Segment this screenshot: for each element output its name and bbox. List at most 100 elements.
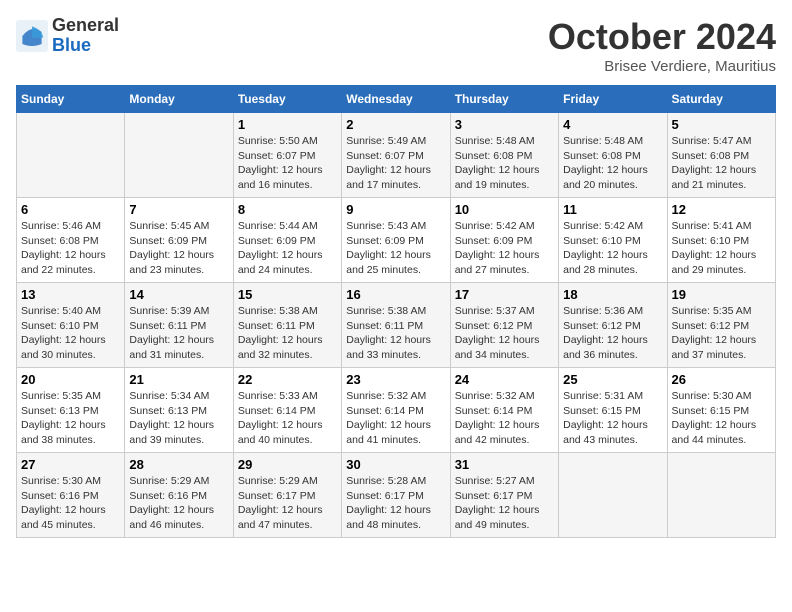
calendar-cell: 25 Sunrise: 5:31 AMSunset: 6:15 PMDayligh… [559, 368, 667, 453]
calendar-cell: 31 Sunrise: 5:27 AMSunset: 6:17 PMDayligh… [450, 453, 558, 538]
logo-blue-text: Blue [52, 36, 119, 56]
day-number: 29 [238, 457, 337, 472]
weekday-header: Sunday [17, 86, 125, 113]
calendar-cell: 20 Sunrise: 5:35 AMSunset: 6:13 PMDayligh… [17, 368, 125, 453]
day-info: Sunrise: 5:30 AMSunset: 6:15 PMDaylight:… [672, 389, 771, 448]
day-number: 11 [563, 202, 662, 217]
calendar-cell: 14 Sunrise: 5:39 AMSunset: 6:11 PMDayligh… [125, 283, 233, 368]
calendar-cell: 10 Sunrise: 5:42 AMSunset: 6:09 PMDayligh… [450, 198, 558, 283]
calendar-cell: 18 Sunrise: 5:36 AMSunset: 6:12 PMDayligh… [559, 283, 667, 368]
day-info: Sunrise: 5:40 AMSunset: 6:10 PMDaylight:… [21, 304, 120, 363]
calendar-body: 1Sunrise: 5:50 AMSunset: 6:07 PMDaylight… [17, 113, 776, 538]
calendar-cell: 11Sunrise: 5:42 AMSunset: 6:10 PMDayligh… [559, 198, 667, 283]
day-number: 24 [455, 372, 554, 387]
day-info: Sunrise: 5:48 AMSunset: 6:08 PMDaylight:… [455, 134, 554, 193]
day-number: 10 [455, 202, 554, 217]
page-header: General Blue October 2024 Brisee Verdier… [16, 16, 776, 75]
day-number: 8 [238, 202, 337, 217]
day-number: 5 [672, 117, 771, 132]
day-info: Sunrise: 5:28 AMSunset: 6:17 PMDaylight:… [346, 474, 445, 533]
day-info: Sunrise: 5:35 AMSunset: 6:13 PMDaylight:… [21, 389, 120, 448]
title-block: October 2024 Brisee Verdiere, Mauritius [548, 16, 776, 75]
day-info: Sunrise: 5:29 AMSunset: 6:17 PMDaylight:… [238, 474, 337, 533]
day-info: Sunrise: 5:36 AMSunset: 6:12 PMDaylight:… [563, 304, 662, 363]
weekday-header: Wednesday [342, 86, 450, 113]
calendar-cell: 3Sunrise: 5:48 AMSunset: 6:08 PMDaylight… [450, 113, 558, 198]
calendar-cell: 12 Sunrise: 5:41 AMSunset: 6:10 PMDayligh… [667, 198, 775, 283]
day-number: 30 [346, 457, 445, 472]
weekday-header: Tuesday [233, 86, 341, 113]
calendar-cell: 21 Sunrise: 5:34 AMSunset: 6:13 PMDayligh… [125, 368, 233, 453]
day-number: 4 [563, 117, 662, 132]
calendar-cell: 5Sunrise: 5:47 AMSunset: 6:08 PMDaylight… [667, 113, 775, 198]
day-number: 7 [129, 202, 228, 217]
day-number: 20 [21, 372, 120, 387]
day-number: 27 [21, 457, 120, 472]
day-info: Sunrise: 5:38 AMSunset: 6:11 PMDaylight:… [238, 304, 337, 363]
weekday-header: Friday [559, 86, 667, 113]
day-number: 6 [21, 202, 120, 217]
logo: General Blue [16, 16, 119, 56]
day-info: Sunrise: 5:44 AMSunset: 6:09 PMDaylight:… [238, 219, 337, 278]
day-info: Sunrise: 5:39 AMSunset: 6:11 PMDaylight:… [129, 304, 228, 363]
day-number: 18 [563, 287, 662, 302]
day-info: Sunrise: 5:41 AMSunset: 6:10 PMDaylight:… [672, 219, 771, 278]
day-number: 25 [563, 372, 662, 387]
calendar-cell: 6 Sunrise: 5:46 AMSunset: 6:08 PMDaylight… [17, 198, 125, 283]
calendar-table: SundayMondayTuesdayWednesdayThursdayFrid… [16, 85, 776, 538]
weekday-row: SundayMondayTuesdayWednesdayThursdayFrid… [17, 86, 776, 113]
calendar-cell: 26 Sunrise: 5:30 AMSunset: 6:15 PMDayligh… [667, 368, 775, 453]
day-number: 2 [346, 117, 445, 132]
calendar-cell: 19 Sunrise: 5:35 AMSunset: 6:12 PMDayligh… [667, 283, 775, 368]
calendar-cell: 22 Sunrise: 5:33 AMSunset: 6:14 PMDayligh… [233, 368, 341, 453]
day-number: 26 [672, 372, 771, 387]
calendar-cell: 13 Sunrise: 5:40 AMSunset: 6:10 PMDayligh… [17, 283, 125, 368]
calendar-cell: 30 Sunrise: 5:28 AMSunset: 6:17 PMDayligh… [342, 453, 450, 538]
calendar-cell: 2 Sunrise: 5:49 AMSunset: 6:07 PMDaylight… [342, 113, 450, 198]
day-number: 13 [21, 287, 120, 302]
calendar-cell [17, 113, 125, 198]
day-info: Sunrise: 5:30 AMSunset: 6:16 PMDaylight:… [21, 474, 120, 533]
day-info: Sunrise: 5:33 AMSunset: 6:14 PMDaylight:… [238, 389, 337, 448]
day-info: Sunrise: 5:45 AMSunset: 6:09 PMDaylight:… [129, 219, 228, 278]
day-info: Sunrise: 5:34 AMSunset: 6:13 PMDaylight:… [129, 389, 228, 448]
calendar-cell: 9Sunrise: 5:43 AMSunset: 6:09 PMDaylight… [342, 198, 450, 283]
day-info: Sunrise: 5:31 AMSunset: 6:15 PMDaylight:… [563, 389, 662, 448]
logo-text: General Blue [52, 16, 119, 56]
calendar-cell: 17 Sunrise: 5:37 AMSunset: 6:12 PMDayligh… [450, 283, 558, 368]
day-number: 28 [129, 457, 228, 472]
day-number: 22 [238, 372, 337, 387]
day-number: 12 [672, 202, 771, 217]
day-number: 16 [346, 287, 445, 302]
day-number: 31 [455, 457, 554, 472]
day-number: 1 [238, 117, 337, 132]
calendar-week-row: 20 Sunrise: 5:35 AMSunset: 6:13 PMDayligh… [17, 368, 776, 453]
calendar-cell: 7 Sunrise: 5:45 AMSunset: 6:09 PMDaylight… [125, 198, 233, 283]
calendar-cell: 27 Sunrise: 5:30 AMSunset: 6:16 PMDayligh… [17, 453, 125, 538]
calendar-cell: 24 Sunrise: 5:32 AMSunset: 6:14 PMDayligh… [450, 368, 558, 453]
location: Brisee Verdiere, Mauritius [548, 58, 776, 75]
day-info: Sunrise: 5:38 AMSunset: 6:11 PMDaylight:… [346, 304, 445, 363]
day-info: Sunrise: 5:43 AMSunset: 6:09 PMDaylight:… [346, 219, 445, 278]
calendar-cell: 1Sunrise: 5:50 AMSunset: 6:07 PMDaylight… [233, 113, 341, 198]
calendar-cell [559, 453, 667, 538]
day-info: Sunrise: 5:29 AMSunset: 6:16 PMDaylight:… [129, 474, 228, 533]
day-info: Sunrise: 5:27 AMSunset: 6:17 PMDaylight:… [455, 474, 554, 533]
day-info: Sunrise: 5:32 AMSunset: 6:14 PMDaylight:… [455, 389, 554, 448]
day-info: Sunrise: 5:42 AMSunset: 6:09 PMDaylight:… [455, 219, 554, 278]
day-number: 14 [129, 287, 228, 302]
calendar-header: SundayMondayTuesdayWednesdayThursdayFrid… [17, 86, 776, 113]
day-number: 15 [238, 287, 337, 302]
day-info: Sunrise: 5:49 AMSunset: 6:07 PMDaylight:… [346, 134, 445, 193]
calendar-cell: 15 Sunrise: 5:38 AMSunset: 6:11 PMDayligh… [233, 283, 341, 368]
day-number: 19 [672, 287, 771, 302]
calendar-cell [125, 113, 233, 198]
day-info: Sunrise: 5:35 AMSunset: 6:12 PMDaylight:… [672, 304, 771, 363]
day-info: Sunrise: 5:37 AMSunset: 6:12 PMDaylight:… [455, 304, 554, 363]
day-number: 23 [346, 372, 445, 387]
day-number: 17 [455, 287, 554, 302]
day-info: Sunrise: 5:46 AMSunset: 6:08 PMDaylight:… [21, 219, 120, 278]
day-number: 21 [129, 372, 228, 387]
weekday-header: Monday [125, 86, 233, 113]
day-info: Sunrise: 5:32 AMSunset: 6:14 PMDaylight:… [346, 389, 445, 448]
